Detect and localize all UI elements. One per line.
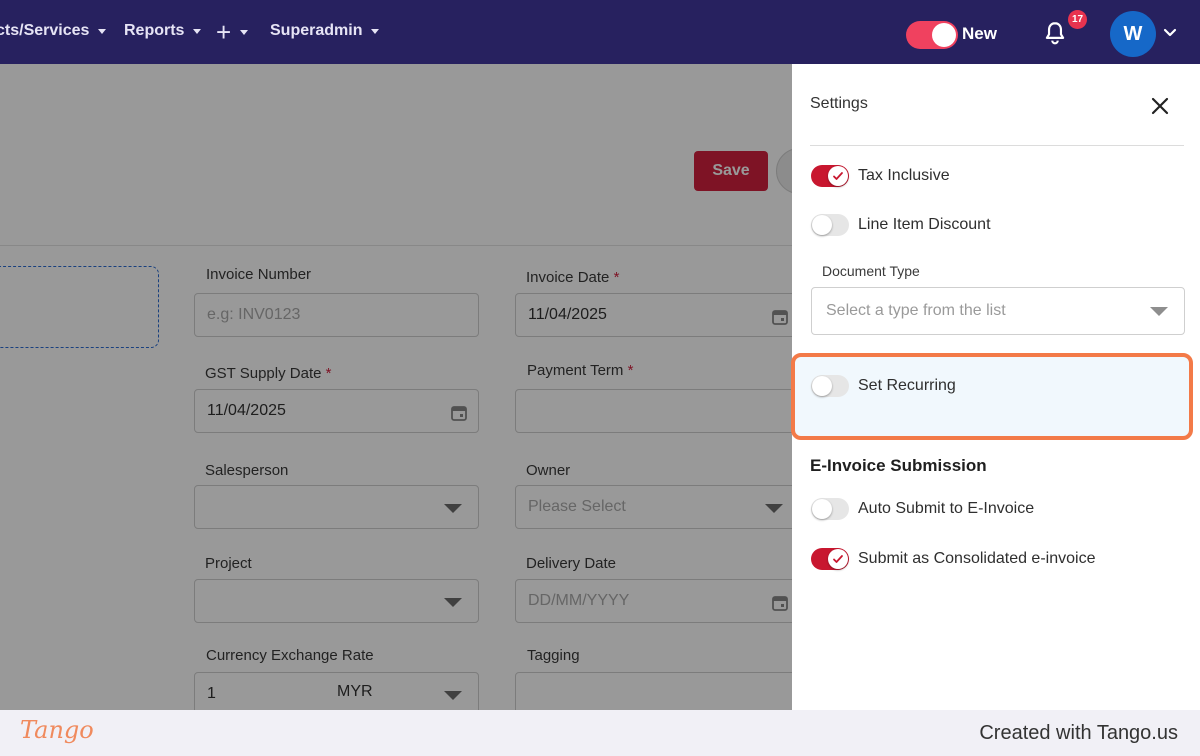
line-item-discount-label: Line Item Discount <box>858 216 991 233</box>
nav-reports-label: Reports <box>124 22 185 39</box>
top-navbar: cts/Services Reports + Superadmin New 17… <box>0 0 1200 64</box>
tax-inclusive-label: Tax Inclusive <box>858 167 950 184</box>
toggle-knob <box>828 166 848 186</box>
created-with-text: Created with Tango.us <box>979 722 1178 744</box>
chevron-down-icon <box>98 28 107 34</box>
auto-submit-einvoice-label: Auto Submit to E-Invoice <box>858 500 1035 517</box>
toggle-knob <box>828 549 848 569</box>
toggle-knob <box>812 215 832 235</box>
divider <box>810 145 1184 146</box>
settings-title: Settings <box>810 95 868 112</box>
notification-badge: 17 <box>1068 10 1087 29</box>
plus-icon: + <box>216 17 232 47</box>
check-icon <box>833 555 843 563</box>
auto-submit-einvoice-toggle[interactable] <box>811 498 849 520</box>
tax-inclusive-toggle[interactable] <box>811 165 849 187</box>
toggle-knob <box>932 23 956 47</box>
document-type-select[interactable]: Select a type from the list <box>811 287 1185 335</box>
nav-superadmin[interactable]: Superadmin <box>270 22 380 40</box>
set-recurring-label: Set Recurring <box>858 377 956 394</box>
toggle-knob <box>812 376 832 396</box>
nav-reports[interactable]: Reports <box>124 22 202 40</box>
tango-footer: Tango Created with Tango.us <box>0 710 1200 756</box>
nav-create-new[interactable]: + <box>216 17 249 47</box>
modal-backdrop[interactable] <box>0 64 792 710</box>
nav-products-services[interactable]: cts/Services <box>0 22 107 40</box>
set-recurring-toggle[interactable] <box>811 375 849 397</box>
nav-products-services-label: cts/Services <box>0 22 90 39</box>
tango-logo: Tango <box>20 716 94 744</box>
bell-icon[interactable] <box>1042 20 1068 46</box>
chevron-down-icon <box>240 29 249 35</box>
chevron-down-icon <box>371 28 380 34</box>
consolidated-einvoice-toggle[interactable] <box>811 548 849 570</box>
dropdown-arrow-icon <box>1150 307 1168 316</box>
nav-superadmin-label: Superadmin <box>270 22 363 39</box>
avatar[interactable]: W <box>1110 11 1156 57</box>
close-icon[interactable] <box>1150 96 1170 116</box>
document-type-placeholder: Select a type from the list <box>826 302 1006 319</box>
consolidated-einvoice-label: Submit as Consolidated e-invoice <box>858 550 1096 567</box>
toggle-knob <box>812 499 832 519</box>
set-recurring-highlight <box>791 353 1193 440</box>
settings-panel: Settings Tax Inclusive Line Item Discoun… <box>791 64 1198 710</box>
new-ui-toggle[interactable] <box>906 21 958 49</box>
check-icon <box>833 172 843 180</box>
chevron-down-icon <box>193 28 202 34</box>
new-ui-label: New <box>962 24 997 43</box>
document-type-label: Document Type <box>822 263 920 279</box>
einvoice-section-title: E-Invoice Submission <box>810 456 987 475</box>
line-item-discount-toggle[interactable] <box>811 214 849 236</box>
chevron-down-icon[interactable] <box>1162 24 1178 40</box>
